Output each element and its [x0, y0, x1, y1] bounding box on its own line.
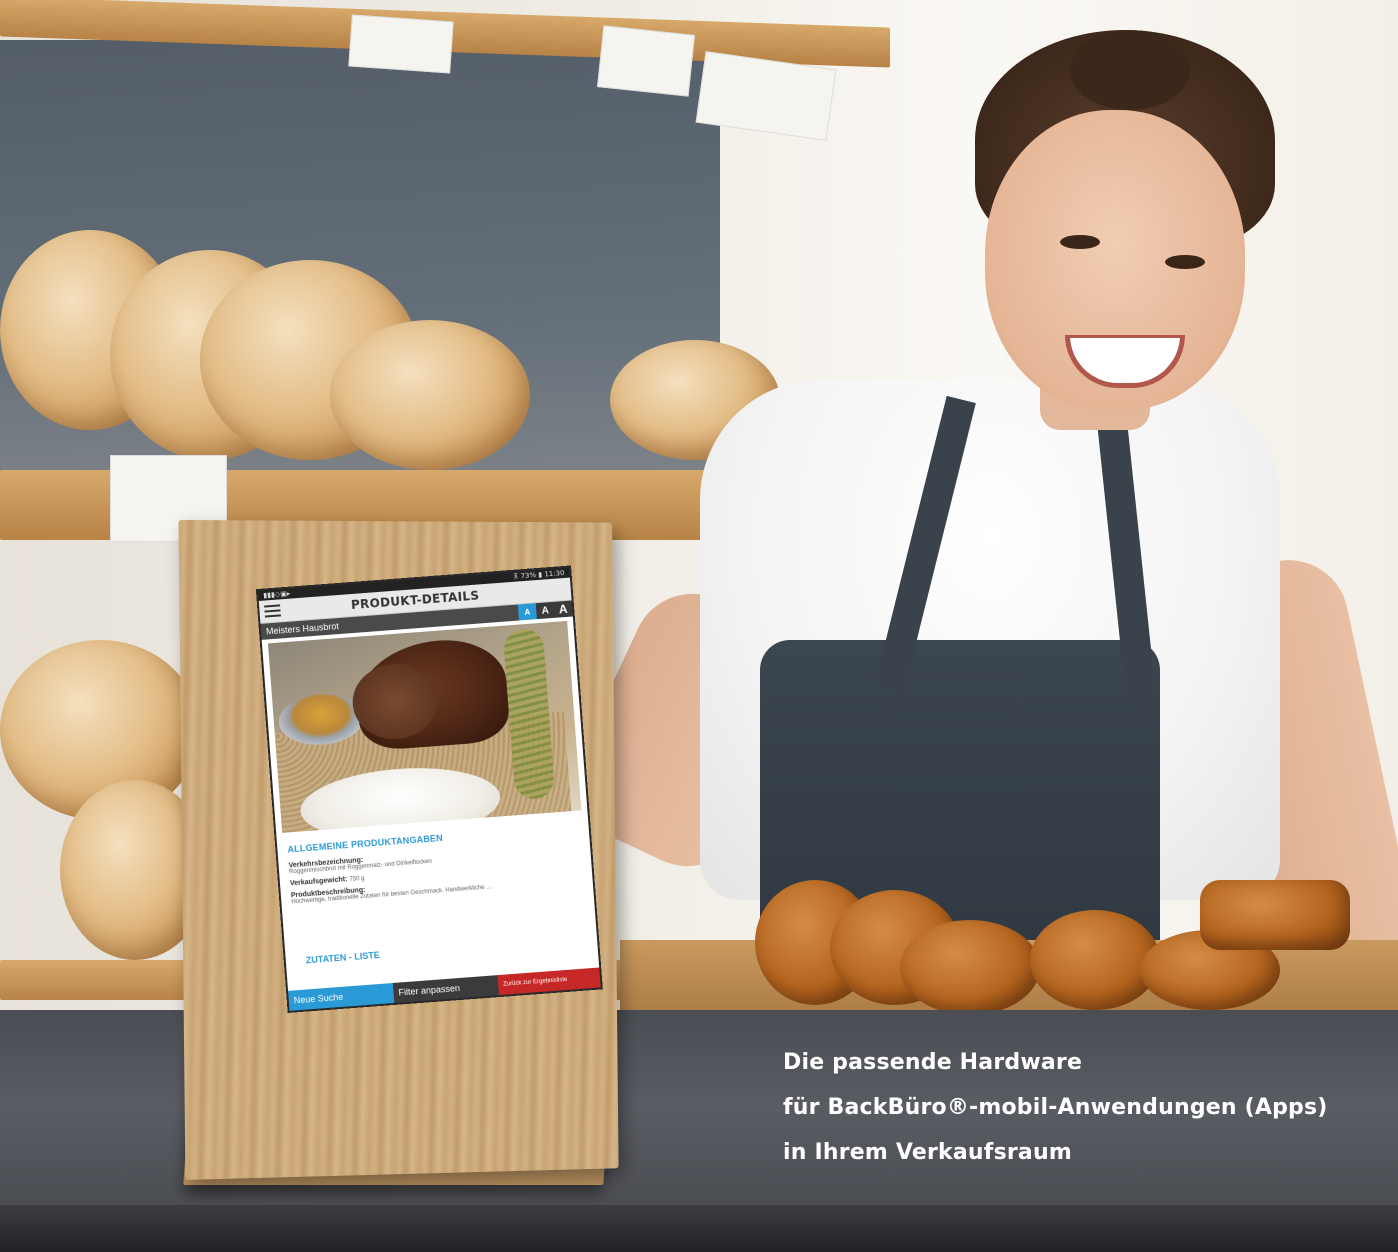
product-image [267, 620, 582, 833]
price-tag [597, 25, 695, 97]
price-tag [348, 14, 454, 74]
hair-bun [1070, 30, 1190, 110]
pastry [1030, 910, 1160, 1010]
eye [1165, 255, 1205, 269]
eye [1060, 235, 1100, 249]
font-size-medium-button[interactable]: A [535, 601, 555, 620]
caption-line-2: für BackBüro®-mobil-Anwendungen (Apps) [783, 1095, 1328, 1120]
font-size-small-button[interactable]: A [517, 603, 537, 621]
caption-line-3: in Ihrem Verkaufsraum [783, 1140, 1072, 1165]
verkaufsgewicht-label: Verkaufsgewicht: [289, 876, 348, 888]
hardware-caption: Die passende Hardware für BackBüro®-mobi… [783, 1040, 1363, 1175]
counter-edge [0, 1205, 1398, 1252]
section-ingredients-title[interactable]: ZUTATEN - LISTE [305, 950, 380, 966]
pastry [900, 920, 1040, 1015]
tablet-screen: ▮▮▮◇▣▸ ⊼ 73% ▮ 11:30 PRODUKT-DETAILS Mei… [258, 567, 601, 1011]
font-size-large-button[interactable]: A [553, 600, 573, 618]
bakery-photo: ▮▮▮◇▣▸ ⊼ 73% ▮ 11:30 PRODUKT-DETAILS Mei… [0, 0, 1398, 1252]
bread-loaf [330, 320, 530, 470]
verkaufsgewicht-value: 750 g [349, 875, 365, 883]
pastry [1200, 880, 1350, 950]
caption-line-1: Die passende Hardware [783, 1050, 1083, 1075]
